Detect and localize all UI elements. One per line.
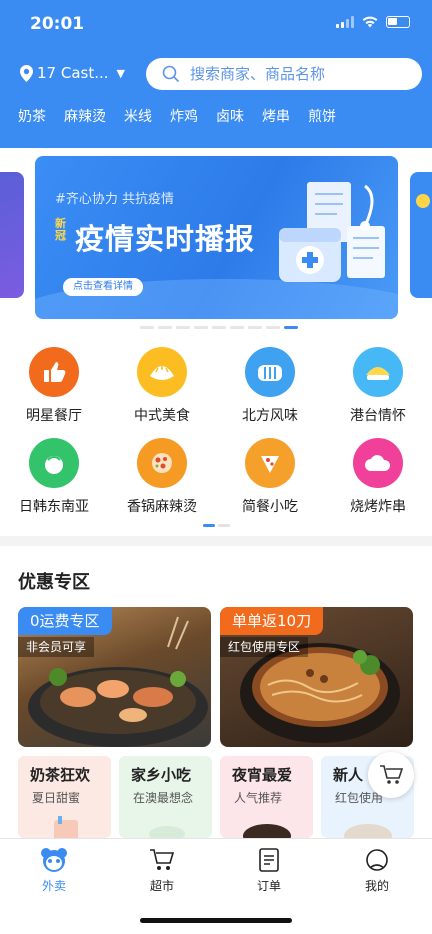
banner-tag: #齐心协力 共抗疫情 xyxy=(55,192,175,207)
grid-item-northern-flavor[interactable]: 北方风味 xyxy=(216,347,324,437)
pizza-icon xyxy=(245,438,295,488)
location-search-row: 17 Cast... ▼ xyxy=(0,58,432,92)
search-bar[interactable] xyxy=(146,58,422,90)
pot-icon xyxy=(137,438,187,488)
bowl-image-icon xyxy=(243,824,291,838)
category-tab[interactable]: 炸鸡 xyxy=(170,106,198,130)
cart-icon xyxy=(122,847,202,873)
theme-card-late-night[interactable]: 夜宵最爱 人气推荐 xyxy=(220,756,313,838)
chevron-down-icon: ▼ xyxy=(116,66,125,80)
theme-card-milk-tea[interactable]: 奶茶狂欢 夏日甜蜜 xyxy=(18,756,111,838)
promo-subtitle: 非会员可享 xyxy=(18,637,95,657)
grid-item-label: 简餐小吃 xyxy=(242,499,298,515)
grid-item-label: 日韩东南亚 xyxy=(19,499,89,515)
banner-carousel: #齐心协力 共抗疫情 新冠 疫情实时播报 点击查看详情 xyxy=(0,148,432,338)
grid-item-spicy-pot[interactable]: 香锅麻辣烫 xyxy=(108,438,216,528)
promo-tag: 单单返10刀 xyxy=(220,607,324,635)
theme-card-title: 家乡小吃 xyxy=(131,766,192,784)
dumpling-icon xyxy=(137,347,187,397)
header: 20:01 17 Cast... ▼ 奶茶 麻辣烫 米线 炸鸡 卤味 烤串 煎饼 xyxy=(0,0,432,148)
tab-label: 订单 xyxy=(256,879,281,893)
location-text: 17 Cast... xyxy=(37,64,109,82)
status-time: 20:01 xyxy=(30,14,85,34)
grid-item-star-restaurant[interactable]: 明星餐厅 xyxy=(0,347,108,437)
grid-item-hk-taiwan[interactable]: 港台情怀 xyxy=(324,347,432,437)
dish-image-icon xyxy=(149,826,185,838)
tab-label: 外卖 xyxy=(41,879,66,893)
search-input[interactable] xyxy=(190,65,410,83)
grid-item-bbq[interactable]: 烧烤炸串 xyxy=(324,438,432,528)
category-grid: 明星餐厅 中式美食 北方风味 港台情怀 日韩东南亚 香锅麻辣烫 简餐小吃 烧烤炸… xyxy=(0,342,432,532)
tab-takeout[interactable]: 外卖 xyxy=(14,847,94,894)
location-pin-icon xyxy=(20,64,33,82)
grid-item-label: 北方风味 xyxy=(242,408,298,424)
theme-card-subtitle: 人气推荐 xyxy=(234,791,283,805)
drink-image-icon xyxy=(54,816,78,838)
grid-item-label: 香锅麻辣烫 xyxy=(127,499,197,515)
theme-card-title: 夜宵最爱 xyxy=(232,766,293,784)
signal-icon xyxy=(336,16,354,28)
grid-item-label: 港台情怀 xyxy=(350,408,406,424)
status-bar: 20:01 xyxy=(0,0,432,48)
banner-title-prefix: 新冠 xyxy=(55,217,66,242)
order-icon xyxy=(229,847,309,873)
grid-page-indicator xyxy=(203,524,230,527)
theme-card-hometown[interactable]: 家乡小吃 在澳最想念 xyxy=(119,756,212,838)
bread-icon xyxy=(245,347,295,397)
grid-item-chinese-food[interactable]: 中式美食 xyxy=(108,347,216,437)
grid-item-label: 中式美食 xyxy=(134,408,190,424)
banner-page-indicator xyxy=(140,326,298,329)
tab-supermarket[interactable]: 超市 xyxy=(122,847,202,894)
tab-label: 超市 xyxy=(149,879,174,893)
category-tab[interactable]: 卤味 xyxy=(216,106,244,130)
banner-prev-preview[interactable] xyxy=(0,172,24,298)
cloud-icon xyxy=(353,438,403,488)
promo-card-free-delivery[interactable]: 0运费专区 非会员可享 xyxy=(18,607,211,747)
tab-label: 我的 xyxy=(364,879,389,893)
section-title: 优惠专区 xyxy=(18,572,90,593)
theme-card-title: 新人 xyxy=(333,766,364,784)
battery-icon xyxy=(386,16,410,28)
promo-card-cashback[interactable]: 单单返10刀 红包使用专区 xyxy=(220,607,413,747)
banner[interactable]: #齐心协力 共抗疫情 新冠 疫情实时播报 点击查看详情 xyxy=(35,156,398,319)
search-icon xyxy=(162,65,180,83)
plate-image-icon xyxy=(344,824,392,838)
category-tab[interactable]: 烤串 xyxy=(262,106,290,130)
theme-card-subtitle: 在澳最想念 xyxy=(133,791,194,805)
category-tab[interactable]: 米线 xyxy=(124,106,152,130)
grid-item-jpn-kor-sea[interactable]: 日韩东南亚 xyxy=(0,438,108,528)
category-tabs: 奶茶 麻辣烫 米线 炸鸡 卤味 烤串 煎饼 xyxy=(0,106,432,130)
category-tab[interactable]: 麻辣烫 xyxy=(64,106,106,130)
category-tab[interactable]: 煎饼 xyxy=(308,106,336,130)
banner-title: 疫情实时播报 xyxy=(75,222,256,256)
home-indicator xyxy=(140,918,292,923)
section-divider xyxy=(0,536,432,546)
promo-tag: 0运费专区 xyxy=(18,607,112,635)
banner-details-button[interactable]: 点击查看详情 xyxy=(63,278,143,296)
tab-profile[interactable]: 我的 xyxy=(337,847,417,894)
theme-card-subtitle: 夏日甜蜜 xyxy=(32,791,81,805)
medical-kit-illustration-icon xyxy=(279,182,385,282)
floating-cart-button[interactable] xyxy=(368,752,414,798)
promo-subtitle: 红包使用专区 xyxy=(220,637,309,657)
theme-card-title: 奶茶狂欢 xyxy=(30,766,91,784)
grid-item-label: 烧烤炸串 xyxy=(350,499,406,515)
cart-icon xyxy=(380,765,403,784)
grid-item-snacks[interactable]: 简餐小吃 xyxy=(216,438,324,528)
wifi-icon xyxy=(362,16,378,28)
tab-orders[interactable]: 订单 xyxy=(229,847,309,894)
grid-item-label: 明星餐厅 xyxy=(26,408,82,424)
bun-icon xyxy=(353,347,403,397)
coconut-icon xyxy=(29,438,79,488)
panda-icon xyxy=(14,847,94,873)
user-icon xyxy=(337,847,417,873)
status-icons xyxy=(336,16,410,28)
category-tab[interactable]: 奶茶 xyxy=(18,106,46,130)
location-selector[interactable]: 17 Cast... ▼ xyxy=(20,64,125,82)
banner-next-preview[interactable] xyxy=(410,172,432,298)
thumbs-up-icon xyxy=(29,347,79,397)
